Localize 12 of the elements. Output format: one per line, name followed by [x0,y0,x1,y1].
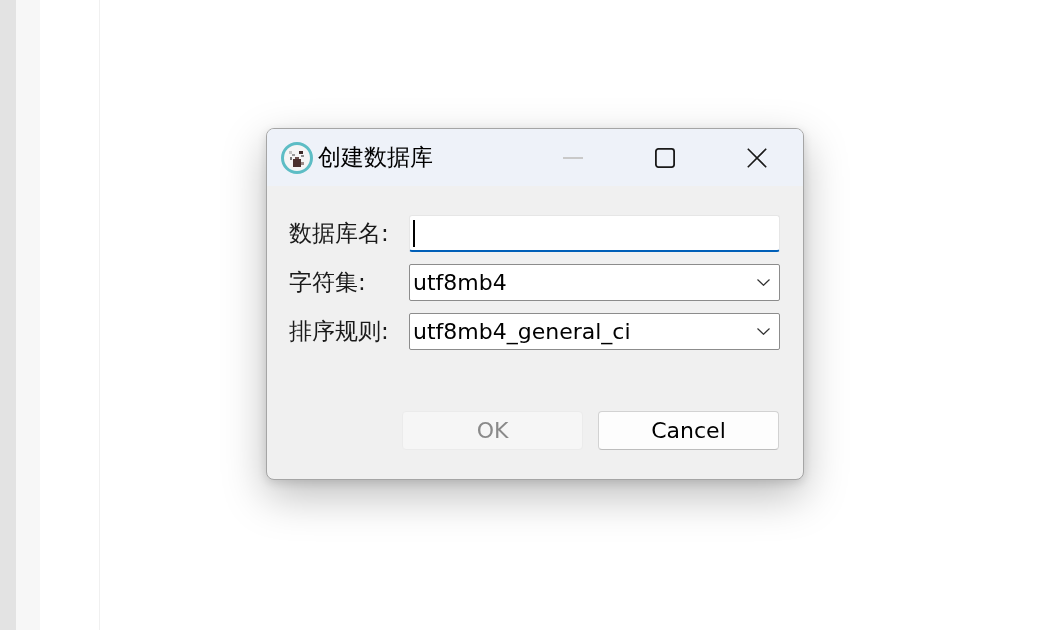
chevron-down-icon [757,279,770,286]
dropdown[interactable]: utf8mb4_general_ci [409,313,780,350]
text-cursor-icon [413,219,415,247]
dropdown[interactable]: utf8mb4 [409,264,780,301]
field-label: 排序规则: [289,317,390,346]
input-field[interactable] [409,215,780,252]
app-icon [281,141,313,174]
dialog-button[interactable]: Cancel [598,411,779,450]
field-label: 数据库名: [289,219,390,248]
chevron-down-icon [757,328,770,335]
window-title: 创建数据库 [318,143,433,172]
field-label: 字符集: [289,268,367,297]
